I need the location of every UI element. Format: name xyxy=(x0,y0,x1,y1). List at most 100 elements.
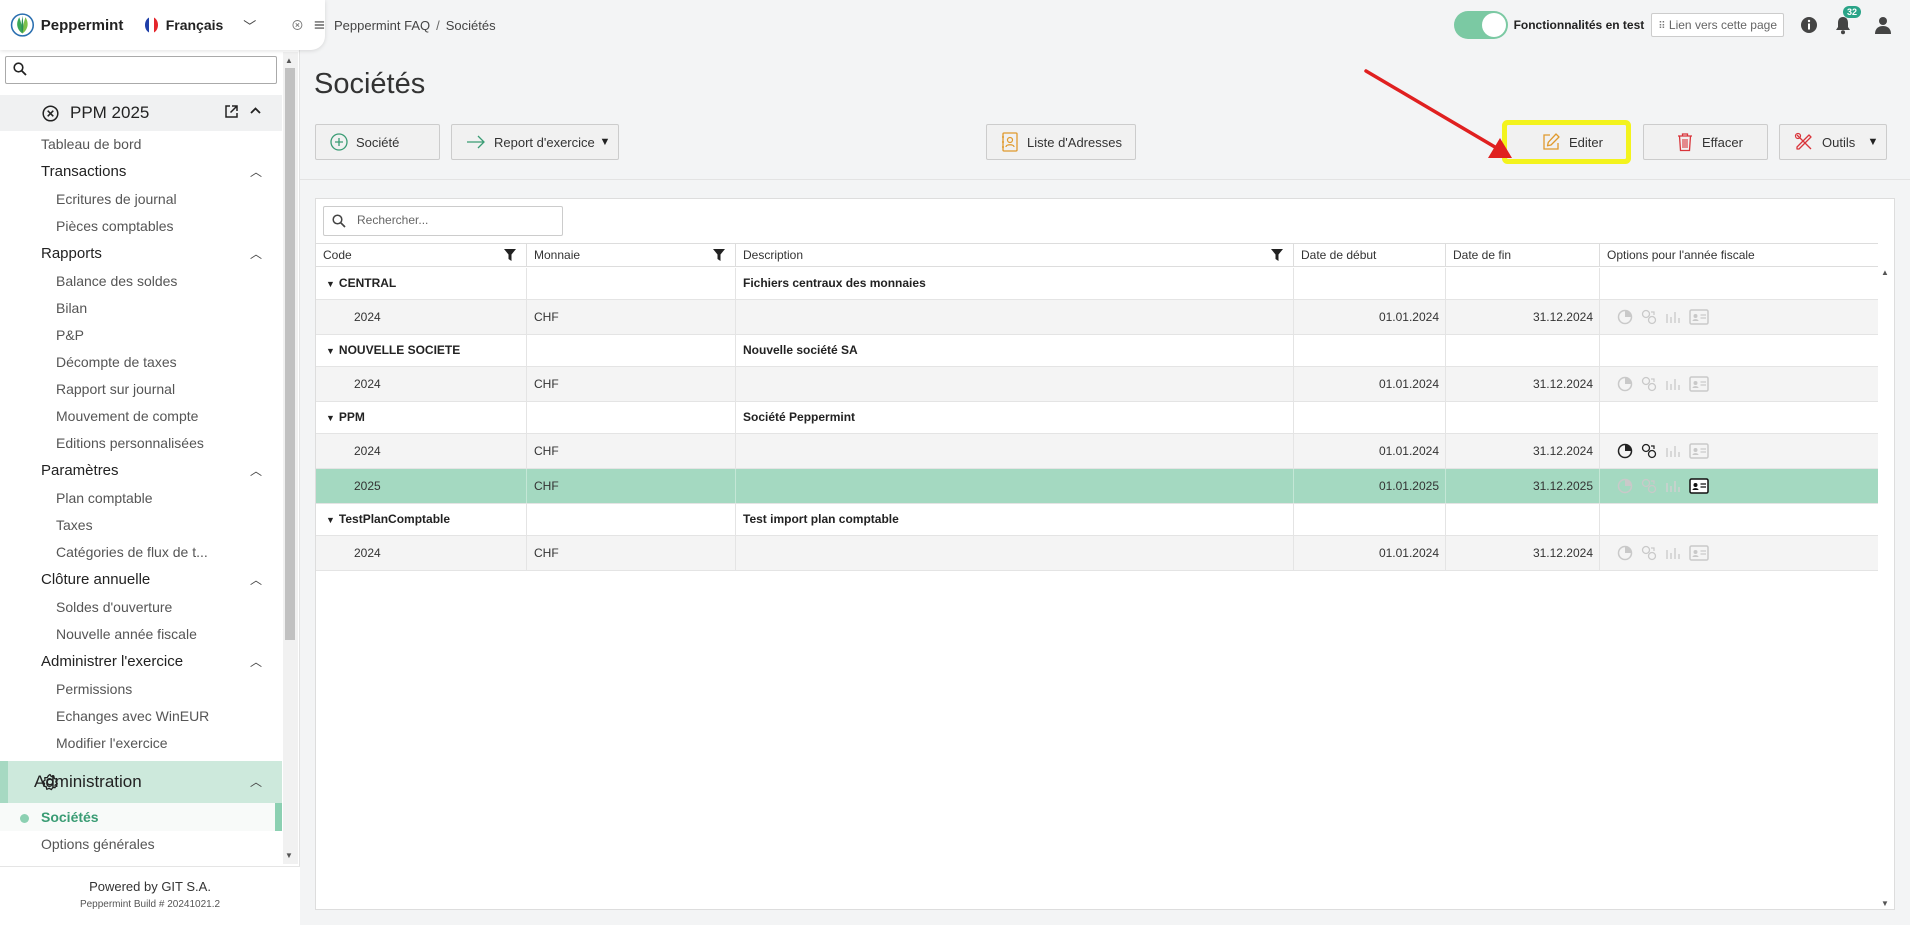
collapse-triangle-icon[interactable]: ▼ xyxy=(326,515,335,525)
scroll-up-icon[interactable]: ▲ xyxy=(1881,268,1889,277)
year-cell[interactable]: 2024 xyxy=(316,434,527,468)
fiscal-stats-icon[interactable] xyxy=(1665,309,1681,325)
fiscal-stats-icon[interactable] xyxy=(1665,545,1681,561)
sidebar-item-edit-fiscal-year[interactable]: Modifier l'exercice xyxy=(0,730,282,757)
end-date-cell[interactable]: 31.12.2024 xyxy=(1446,300,1600,334)
year-cell[interactable]: 2024 xyxy=(316,300,527,334)
sidebar-group-settings[interactable]: Paramètres ︿ xyxy=(0,457,282,485)
group-code-cell[interactable]: ▼ PPM xyxy=(316,402,527,433)
external-link-icon[interactable] xyxy=(224,104,239,119)
chevron-up-icon[interactable]: ︿ xyxy=(250,457,262,485)
sidebar-item-balance-sheet[interactable]: Bilan xyxy=(0,295,282,322)
grid-search-field[interactable] xyxy=(323,206,563,236)
sidebar-item-journal-entries[interactable]: Ecritures de journal xyxy=(0,186,282,213)
edit-button[interactable]: Editer xyxy=(1503,121,1630,163)
fiscal-currency-icon[interactable] xyxy=(1641,376,1657,392)
start-date-cell[interactable]: 01.01.2024 xyxy=(1294,434,1446,468)
chevron-up-icon[interactable]: ︿ xyxy=(250,648,262,676)
address-list-button[interactable]: Liste d'Adresses xyxy=(986,124,1136,160)
scroll-down-icon[interactable]: ▼ xyxy=(1881,899,1889,908)
fiscal-chart-icon[interactable] xyxy=(1617,443,1633,459)
column-header-end-date[interactable]: Date de fin xyxy=(1446,244,1600,266)
group-code-cell[interactable]: ▼ NOUVELLE SOCIETE xyxy=(316,335,527,366)
end-date-cell[interactable]: 31.12.2024 xyxy=(1446,434,1600,468)
fiscal-chart-icon[interactable] xyxy=(1617,309,1633,325)
grid-scrollbar[interactable]: ▲ ▼ xyxy=(1877,268,1893,908)
test-features-toggle[interactable] xyxy=(1453,11,1508,39)
collapse-triangle-icon[interactable]: ▼ xyxy=(326,413,335,423)
scrollbar-thumb[interactable] xyxy=(285,68,295,640)
tools-button[interactable]: Outils ▼ xyxy=(1779,124,1887,160)
currency-cell[interactable]: CHF xyxy=(527,536,736,570)
peppermint-logo[interactable] xyxy=(10,9,35,41)
currency-cell[interactable]: CHF xyxy=(527,434,736,468)
sidebar-item-trial-balance[interactable]: Balance des soldes xyxy=(0,268,282,295)
fiscal-stats-icon[interactable] xyxy=(1665,376,1681,392)
description-cell[interactable] xyxy=(736,434,1294,468)
hamburger-menu-icon[interactable] xyxy=(314,19,325,31)
sidebar-group-reports[interactable]: Rapports ︿ xyxy=(0,240,282,268)
delete-button[interactable]: Effacer xyxy=(1643,124,1768,160)
sidebar-scrollbar[interactable]: ▲ ▼ xyxy=(283,52,298,864)
permalink-button[interactable]: ⠿ Lien vers cette page xyxy=(1651,13,1784,37)
sidebar-item-wineur-exchange[interactable]: Echanges avec WinEUR xyxy=(0,703,282,730)
scroll-down-icon[interactable]: ▼ xyxy=(285,851,293,860)
start-date-cell[interactable]: 01.01.2025 xyxy=(1294,469,1446,503)
column-header-start-date[interactable]: Date de début xyxy=(1294,244,1446,266)
sidebar-search-input[interactable] xyxy=(5,56,277,84)
sidebar-item-dashboard[interactable]: Tableau de bord xyxy=(0,131,282,158)
column-header-description[interactable]: Description xyxy=(736,244,1294,266)
fiscal-chart-icon[interactable] xyxy=(1617,478,1633,494)
sidebar-item-journal-report[interactable]: Rapport sur journal xyxy=(0,376,282,403)
currency-cell[interactable]: CHF xyxy=(527,367,736,401)
group-code-cell[interactable]: ▼ CENTRAL xyxy=(316,268,527,299)
fiscal-stats-icon[interactable] xyxy=(1665,443,1681,459)
new-company-button[interactable]: Société xyxy=(315,124,440,160)
currency-cell[interactable]: CHF xyxy=(527,469,736,503)
fiscal-currency-icon[interactable] xyxy=(1641,478,1657,494)
sidebar-item-vouchers[interactable]: Pièces comptables xyxy=(0,213,282,240)
sidebar-item-account-movement[interactable]: Mouvement de compte xyxy=(0,403,282,430)
sidebar-item-chart-of-accounts[interactable]: Plan comptable xyxy=(0,485,282,512)
close-circle-icon[interactable] xyxy=(292,18,303,32)
sidebar-item-tax-statement[interactable]: Décompte de taxes xyxy=(0,349,282,376)
column-header-currency[interactable]: Monnaie xyxy=(527,244,736,266)
sidebar-item-general-options[interactable]: Options générales xyxy=(0,831,282,858)
sidebar-section-ppm2025[interactable]: PPM 2025 xyxy=(0,95,282,131)
sidebar-item-custom-reports[interactable]: Editions personnalisées xyxy=(0,430,282,457)
sidebar-item-new-fiscal-year[interactable]: Nouvelle année fiscale xyxy=(0,621,282,648)
column-header-fiscal-options[interactable]: Options pour l'année fiscale xyxy=(1600,244,1878,266)
sidebar-item-pnl[interactable]: P&P xyxy=(0,322,282,349)
table-row[interactable]: 2024 CHF 01.01.2024 31.12.2024 xyxy=(316,367,1878,402)
description-cell[interactable] xyxy=(736,469,1294,503)
notification-bell-icon[interactable]: 32 xyxy=(1834,6,1861,35)
table-row[interactable]: 2024 CHF 01.01.2024 31.12.2024 xyxy=(316,434,1878,469)
sidebar-section-administration[interactable]: Administration ︿ xyxy=(0,761,282,803)
sidebar-item-opening-balances[interactable]: Soldes d'ouverture xyxy=(0,594,282,621)
dropdown-caret-icon[interactable]: ▼ xyxy=(1860,125,1886,159)
fiscal-card-icon[interactable] xyxy=(1689,478,1709,494)
group-row[interactable]: ▼ PPM Société Peppermint xyxy=(316,402,1878,434)
close-circle-icon[interactable] xyxy=(42,105,59,122)
sidebar-item-permissions[interactable]: Permissions xyxy=(0,676,282,703)
chevron-up-icon[interactable]: ︿ xyxy=(250,158,262,186)
sidebar-item-cashflow-categories[interactable]: Catégories de flux de t... xyxy=(0,539,282,566)
chevron-up-icon[interactable] xyxy=(249,104,262,117)
collapse-triangle-icon[interactable]: ▼ xyxy=(326,279,335,289)
end-date-cell[interactable]: 31.12.2024 xyxy=(1446,536,1600,570)
group-row[interactable]: ▼ CENTRAL Fichiers centraux des monnaies xyxy=(316,268,1878,300)
fiscal-stats-icon[interactable] xyxy=(1665,478,1681,494)
fiscal-report-button[interactable]: Report d'exercice ▼ xyxy=(451,124,619,160)
filter-icon[interactable] xyxy=(504,249,516,261)
description-cell[interactable] xyxy=(736,367,1294,401)
info-icon[interactable] xyxy=(1800,16,1818,34)
table-row[interactable]: 2024 CHF 01.01.2024 31.12.2024 xyxy=(316,300,1878,335)
filter-icon[interactable] xyxy=(713,249,725,261)
year-cell[interactable]: 2025 xyxy=(316,469,527,503)
fiscal-card-icon[interactable] xyxy=(1689,545,1709,561)
chevron-up-icon[interactable]: ︿ xyxy=(250,566,262,594)
description-cell[interactable] xyxy=(736,300,1294,334)
fiscal-card-icon[interactable] xyxy=(1689,309,1709,325)
chevron-up-icon[interactable]: ︿ xyxy=(250,240,262,268)
group-code-cell[interactable]: ▼ TestPlanComptable xyxy=(316,504,527,535)
